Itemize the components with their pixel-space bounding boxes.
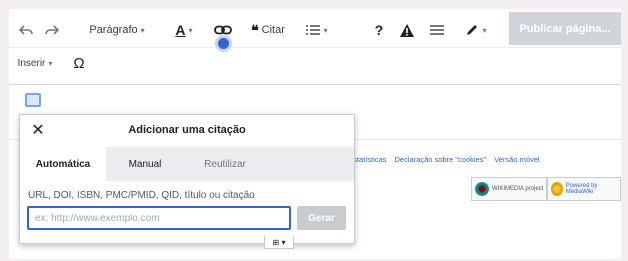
- quote-icon: ❝: [251, 21, 259, 38]
- wikimedia-badge[interactable]: WIKIMEDIA project: [471, 177, 548, 201]
- chevron-down-icon: ▾: [140, 25, 145, 35]
- citation-source-label: URL, DOI, ISBN, PMC/PMID, QID, título ou…: [28, 190, 255, 201]
- hamburger-icon[interactable]: [427, 20, 447, 40]
- insert-dropdown[interactable]: Inserir ▾: [15, 53, 55, 73]
- toolbar-divider: [9, 47, 621, 48]
- dialog-title: Adicionar uma citação: [128, 124, 246, 136]
- dialog-context-toggle[interactable]: ⊞ ▾: [264, 236, 294, 249]
- redo-icon[interactable]: [41, 22, 63, 38]
- mediawiki-badge-label: Powered by MediaWiki: [565, 183, 598, 195]
- link-icon: [214, 25, 232, 35]
- footer-link-cookies[interactable]: Declaração sobre "cookies": [395, 155, 487, 164]
- citation-source-input[interactable]: [27, 206, 291, 230]
- tab-reuse[interactable]: Reutilizar: [184, 147, 266, 181]
- citation-placeholder-icon[interactable]: [25, 93, 41, 107]
- chevron-down-icon: ▾: [48, 58, 53, 68]
- chevron-down-icon: ▾: [323, 25, 328, 35]
- undo-icon[interactable]: [15, 22, 37, 38]
- wikimedia-badge-label: WIKIMEDIA project: [492, 186, 544, 192]
- insert-label: Inserir: [17, 57, 46, 69]
- add-citation-dialog: ✕ Adicionar uma citação Automática Manua…: [19, 114, 355, 244]
- generate-button[interactable]: Gerar: [297, 206, 346, 230]
- wikimedia-logo-icon: [475, 182, 489, 196]
- cite-label: Citar: [261, 24, 285, 36]
- pencil-icon: [467, 25, 478, 35]
- editor-canvas: Parágrafo ▾ A ▾ ❝ Citar ▾ ? ▾ Publicar p: [9, 9, 621, 259]
- paragraph-label: Parágrafo: [89, 24, 138, 36]
- publish-button[interactable]: Publicar página...: [509, 12, 621, 45]
- list-dropdown[interactable]: ▾: [299, 20, 335, 40]
- help-button[interactable]: ?: [371, 20, 387, 40]
- active-indicator: [218, 38, 229, 49]
- chevron-down-icon: ▾: [482, 25, 487, 35]
- warning-icon[interactable]: [397, 20, 417, 40]
- list-icon: [306, 25, 321, 35]
- text-style-icon: A: [175, 22, 186, 38]
- tab-automatic[interactable]: Automática: [20, 147, 106, 181]
- cite-button[interactable]: ❝ Citar: [243, 20, 293, 40]
- chevron-down-icon: ▾: [188, 25, 193, 35]
- special-character-button[interactable]: Ω: [69, 53, 89, 73]
- link-button[interactable]: [209, 20, 237, 40]
- citation-tabs: Automática Manual Reutilizar: [20, 147, 354, 181]
- footer-links: estatísticas Declaração sobre "cookies" …: [349, 155, 540, 164]
- editor-toolbar: Parágrafo ▾ A ▾ ❝ Citar ▾ ? ▾ Publicar p: [9, 9, 621, 85]
- mediawiki-logo-icon: [551, 182, 563, 196]
- footer-link-mobile[interactable]: Versão móvel: [494, 155, 539, 164]
- dialog-header: ✕ Adicionar uma citação: [20, 115, 354, 147]
- mediawiki-badge[interactable]: Powered by MediaWiki: [547, 177, 621, 201]
- paragraph-dropdown[interactable]: Parágrafo ▾: [75, 20, 159, 40]
- edit-mode-dropdown[interactable]: ▾: [456, 20, 496, 40]
- tab-manual[interactable]: Manual: [106, 147, 184, 181]
- text-style-dropdown[interactable]: A ▾: [166, 20, 202, 40]
